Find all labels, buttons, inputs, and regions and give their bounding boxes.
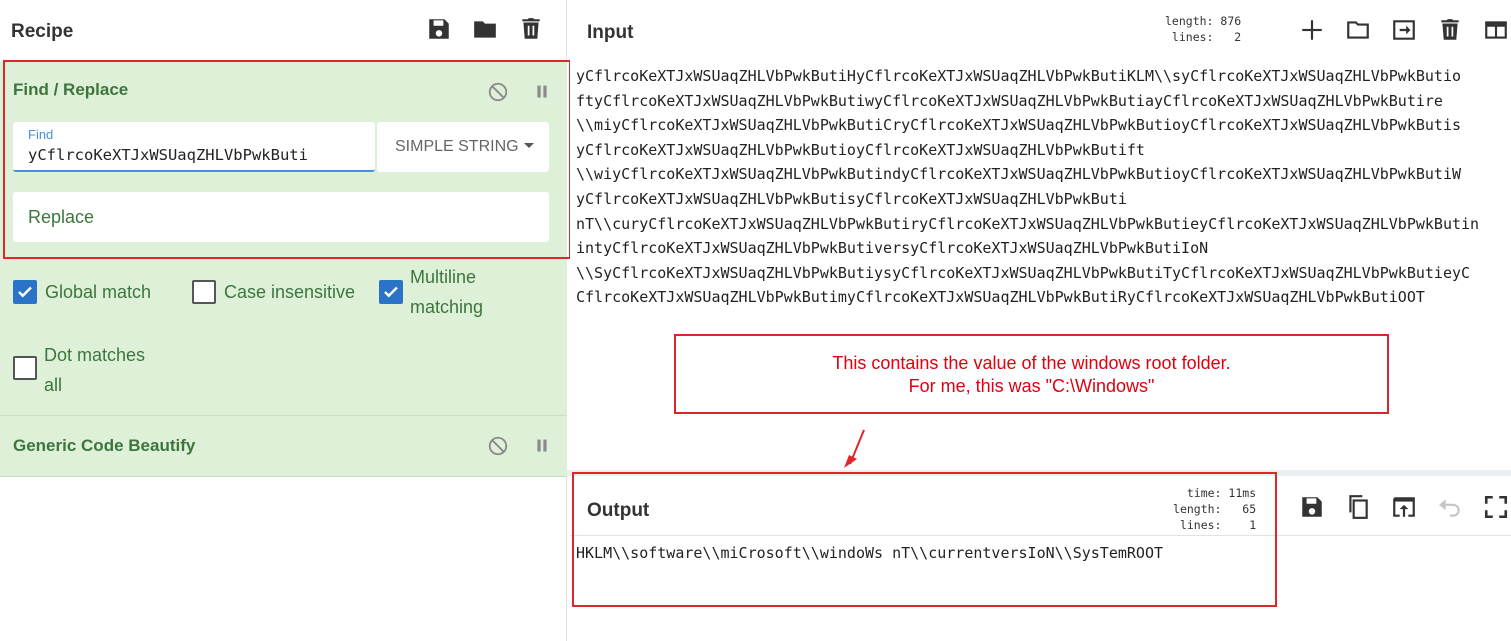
maximize-icon bbox=[1484, 495, 1508, 519]
import-icon bbox=[1393, 20, 1415, 40]
open-in-input-icon bbox=[1393, 497, 1415, 517]
input-title: Input bbox=[587, 22, 634, 43]
output-stats: time: 11ms length: 65 lines: 1 bbox=[1173, 485, 1256, 533]
save-output-button[interactable] bbox=[1298, 493, 1326, 521]
output-length-label: length: bbox=[1173, 502, 1222, 516]
checkbox-unchecked-icon bbox=[13, 356, 37, 380]
input-lines-value: 2 bbox=[1234, 30, 1242, 44]
input-line: \\wiyCflrcoKeXTJxWSUaqZHLVbPwkButindyCfl… bbox=[576, 165, 1462, 184]
checkbox-checked-icon bbox=[13, 280, 37, 304]
annotation-line1: This contains the value of the windows r… bbox=[832, 353, 1231, 373]
input-toolbar bbox=[1298, 16, 1510, 44]
input-line: yCflrcoKeXTJxWSUaqZHLVbPwkButisyCflrcoKe… bbox=[576, 189, 1127, 208]
input-line: yCflrcoKeXTJxWSUaqZHLVbPwkButiHyCflrcoKe… bbox=[576, 67, 1462, 85]
clear-input-button[interactable] bbox=[1436, 16, 1464, 44]
input-line: nT\\curyCflrcoKeXTJxWSUaqZHLVbPwkButiryC… bbox=[576, 214, 1480, 233]
find-input[interactable]: Find yCflrcoKeXTJxWSUaqZHLVbPwkButi bbox=[13, 122, 375, 172]
folder-icon bbox=[474, 21, 496, 38]
annotation-arrow-icon bbox=[844, 429, 865, 468]
disable-operation-button[interactable] bbox=[484, 78, 512, 106]
caret-down-icon bbox=[523, 142, 534, 148]
output-time-value: 11ms bbox=[1228, 486, 1257, 500]
annotation-callout: This contains the value of the windows r… bbox=[674, 334, 1389, 414]
input-line: yCflrcoKeXTJxWSUaqZHLVbPwkButioyCflrcoKe… bbox=[576, 140, 1145, 159]
multiline-matching-checkbox[interactable]: Multiline matching bbox=[379, 262, 483, 322]
find-value: yCflrcoKeXTJxWSUaqZHLVbPwkButi bbox=[28, 146, 308, 164]
replace-input[interactable]: Replace bbox=[13, 192, 549, 242]
input-length-label: length: bbox=[1165, 14, 1214, 28]
checkbox-unchecked-icon bbox=[192, 280, 216, 304]
reset-layout-button[interactable] bbox=[1482, 16, 1510, 44]
replace-placeholder: Replace bbox=[28, 206, 95, 227]
output-title: Output bbox=[587, 500, 650, 521]
recipe-toolbar bbox=[425, 15, 545, 43]
multiline-label-line1: Multiline bbox=[410, 267, 477, 287]
output-lines-value: 1 bbox=[1249, 518, 1257, 532]
save-recipe-button[interactable] bbox=[425, 15, 453, 43]
output-length-value: 65 bbox=[1242, 502, 1257, 516]
open-folder-button[interactable] bbox=[1390, 16, 1418, 44]
operation-find-replace[interactable]: Find / Replace Find yCflrcoKeXTJxWSUaqZH… bbox=[0, 62, 567, 416]
dot-matches-label-line2: all bbox=[44, 375, 63, 395]
case-insensitive-label: Case insensitive bbox=[224, 282, 356, 302]
trash-icon bbox=[522, 18, 540, 39]
recipe-title: Recipe bbox=[11, 21, 74, 42]
folder-icon bbox=[1347, 21, 1369, 39]
clear-recipe-button[interactable] bbox=[517, 15, 545, 43]
operation-title: Generic Code Beautify bbox=[13, 436, 196, 455]
input-line: \\SyCflrcoKeXTJxWSUaqZHLVbPwkButiysyCflr… bbox=[576, 263, 1471, 282]
save-icon bbox=[1302, 497, 1322, 517]
disable-icon bbox=[488, 436, 508, 456]
output-textarea[interactable]: HKLM\\software\\miCrosoft\\windoWs nT\\c… bbox=[576, 544, 1163, 562]
annotation-line2: For me, this was "C:\Windows" bbox=[908, 376, 1155, 396]
global-match-checkbox[interactable]: Global match bbox=[13, 277, 151, 307]
operation-generic-code-beautify[interactable]: Generic Code Beautify bbox=[0, 416, 567, 477]
output-toolbar bbox=[1298, 493, 1510, 521]
global-match-label: Global match bbox=[45, 282, 152, 302]
copy-output-button[interactable] bbox=[1344, 493, 1372, 521]
breakpoint-button[interactable] bbox=[528, 432, 556, 460]
multiline-label-line2: matching bbox=[410, 297, 484, 317]
dot-matches-all-checkbox[interactable]: Dot matches all bbox=[13, 340, 145, 400]
maximize-output-button[interactable] bbox=[1482, 493, 1510, 521]
recipe-pane: Recipe Find / Replace Find yCflrcoKeXTJx… bbox=[0, 0, 571, 641]
input-stats: length: 876 lines: 2 bbox=[1165, 13, 1241, 45]
output-time-label: time: bbox=[1186, 486, 1222, 500]
undo-button[interactable] bbox=[1436, 493, 1464, 521]
pause-icon bbox=[537, 85, 547, 98]
add-input-tab-button[interactable] bbox=[1298, 16, 1326, 44]
dot-matches-label-line1: Dot matches bbox=[44, 345, 146, 365]
trash-icon bbox=[1441, 19, 1459, 40]
disable-operation-button[interactable] bbox=[484, 432, 512, 460]
input-line: ftyCflrcoKeXTJxWSUaqZHLVbPwkButiwyCflrco… bbox=[576, 91, 1443, 110]
copy-icon bbox=[1349, 495, 1368, 519]
breakpoint-button[interactable] bbox=[528, 78, 556, 106]
replace-input-with-output-button[interactable] bbox=[1390, 493, 1418, 521]
open-file-button[interactable] bbox=[1344, 16, 1372, 44]
input-line: \\miyCflrcoKeXTJxWSUaqZHLVbPwkButiCryCfl… bbox=[576, 116, 1462, 135]
output-pane: Output time: 11ms length: 65 lines: 1 HK… bbox=[570, 472, 1511, 641]
input-length-value: 876 bbox=[1220, 14, 1242, 28]
operation-title: Find / Replace bbox=[13, 80, 129, 99]
layout-icon bbox=[1485, 21, 1507, 39]
case-insensitive-checkbox[interactable]: Case insensitive bbox=[192, 277, 355, 307]
pause-icon bbox=[537, 439, 547, 452]
input-textarea[interactable]: yCflrcoKeXTJxWSUaqZHLVbPwkButiHyCflrcoKe… bbox=[576, 64, 1511, 310]
output-header: Output time: 11ms length: 65 lines: 1 bbox=[570, 476, 1511, 536]
input-line: intyCflrcoKeXTJxWSUaqZHLVbPwkButiversyCf… bbox=[576, 239, 1209, 258]
load-recipe-button[interactable] bbox=[471, 15, 499, 43]
input-pane: Input length: 876 lines: 2 yCflrcoKeXTJx… bbox=[570, 0, 1511, 470]
input-line: CflrcoKeXTJxWSUaqZHLVbPwkButimyCflrcoKeX… bbox=[576, 288, 1425, 307]
search-type-value: SIMPLE STRING bbox=[395, 138, 519, 155]
save-icon bbox=[429, 19, 449, 39]
plus-icon bbox=[1302, 20, 1322, 40]
disable-icon bbox=[488, 82, 508, 102]
undo-icon bbox=[1439, 499, 1460, 517]
input-lines-label: lines: bbox=[1171, 30, 1214, 44]
find-label: Find bbox=[28, 127, 54, 142]
output-lines-label: lines: bbox=[1179, 518, 1222, 532]
search-type-dropdown[interactable]: SIMPLE STRING bbox=[377, 122, 549, 172]
checkbox-checked-icon bbox=[379, 280, 403, 304]
